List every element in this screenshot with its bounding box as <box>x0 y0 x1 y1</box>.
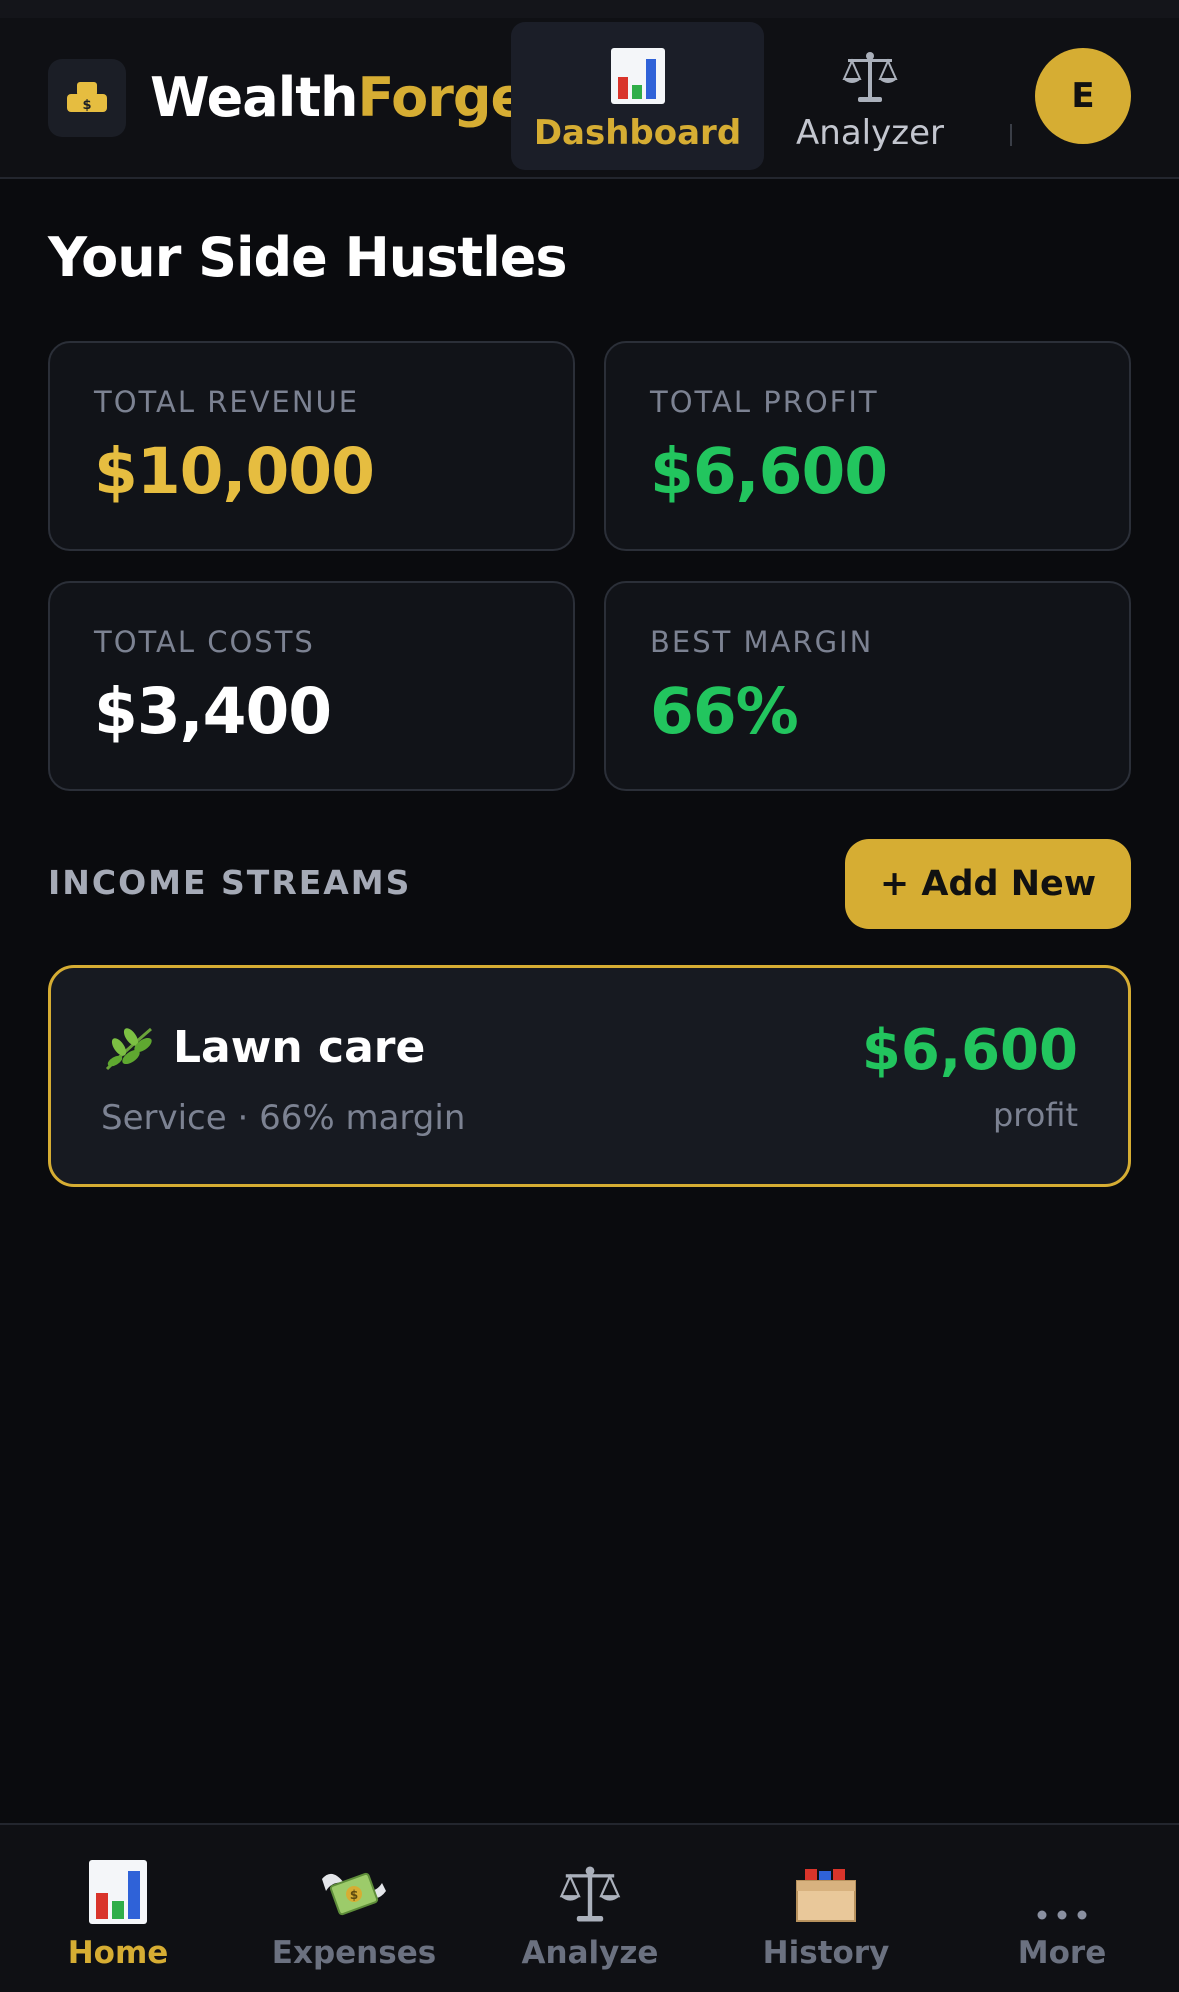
bar-chart-icon <box>610 47 665 104</box>
more-dots-icon <box>1037 1910 1087 1920</box>
stat-value: $10,000 <box>94 435 375 508</box>
bottom-nav-history[interactable]: History <box>708 1855 944 1971</box>
stream-name: Lawn care <box>173 1022 426 1073</box>
stream-profit-value: $6,600 <box>861 1018 1078 1083</box>
income-streams-heading: INCOME STREAMS <box>48 863 412 902</box>
scales-icon <box>559 1866 621 1922</box>
brand-name: WealthForge <box>150 66 527 131</box>
stream-meta: Service · 66% margin <box>101 1098 466 1138</box>
avatar[interactable]: E <box>1035 48 1131 144</box>
bottom-nav-label: Expenses <box>271 1935 437 1971</box>
stat-card-best-margin: BEST MARGIN 66% <box>604 581 1131 791</box>
bottom-nav-label: History <box>762 1935 890 1971</box>
scales-icon <box>842 51 898 102</box>
stat-value: 66% <box>650 675 799 748</box>
tab-analyzer[interactable]: Analyzer <box>780 22 960 170</box>
money-wings-icon: $ <box>322 1872 386 1916</box>
bottom-nav-expenses[interactable]: $ Expenses <box>236 1855 472 1971</box>
income-stream-card[interactable]: Lawn care Service · 66% margin $6,600 pr… <box>48 965 1131 1187</box>
tab-dashboard-label: Dashboard <box>533 112 742 153</box>
tab-dashboard[interactable]: Dashboard <box>511 22 764 170</box>
status-strip <box>0 0 1179 18</box>
svg-text:$: $ <box>350 1888 358 1902</box>
header-divider <box>1010 124 1012 146</box>
bottom-nav-analyze[interactable]: Analyze <box>472 1855 708 1971</box>
bottom-nav: Home $ Expenses Analyze History More <box>0 1823 1179 1992</box>
stream-title: Lawn care <box>101 1022 425 1073</box>
stat-card-total-revenue: TOTAL REVENUE $10,000 <box>48 341 575 551</box>
add-new-button[interactable]: + Add New <box>845 839 1131 929</box>
bottom-nav-label: Analyze <box>521 1935 659 1971</box>
svg-text:$: $ <box>82 98 91 113</box>
stat-label: TOTAL PROFIT <box>650 385 879 419</box>
app-logo[interactable]: $ <box>48 59 126 137</box>
brand-name-part2: Forge <box>357 66 527 129</box>
bottom-nav-label: Home <box>67 1935 169 1971</box>
page-title: Your Side Hustles <box>48 226 567 289</box>
app-header: $ WealthForge Dashboard Analyzer E <box>0 18 1179 179</box>
stat-value: $3,400 <box>94 675 332 748</box>
gold-bars-icon: $ <box>67 82 107 113</box>
stat-card-total-costs: TOTAL COSTS $3,400 <box>48 581 575 791</box>
bottom-nav-label: More <box>1017 1935 1107 1971</box>
leaf-icon <box>101 1023 157 1073</box>
stat-value: $6,600 <box>650 435 888 508</box>
tab-analyzer-label: Analyzer <box>796 112 944 153</box>
stat-label: BEST MARGIN <box>650 625 874 659</box>
card-box-icon <box>796 1869 856 1922</box>
stream-profit-label: profit <box>992 1096 1078 1134</box>
stat-card-total-profit: TOTAL PROFIT $6,600 <box>604 341 1131 551</box>
stat-label: TOTAL REVENUE <box>94 385 360 419</box>
bar-chart-icon <box>89 1860 147 1924</box>
bottom-nav-more[interactable]: More <box>944 1855 1179 1971</box>
bottom-nav-home[interactable]: Home <box>0 1855 236 1971</box>
stat-label: TOTAL COSTS <box>94 625 315 659</box>
brand-name-part1: Wealth <box>150 66 358 129</box>
